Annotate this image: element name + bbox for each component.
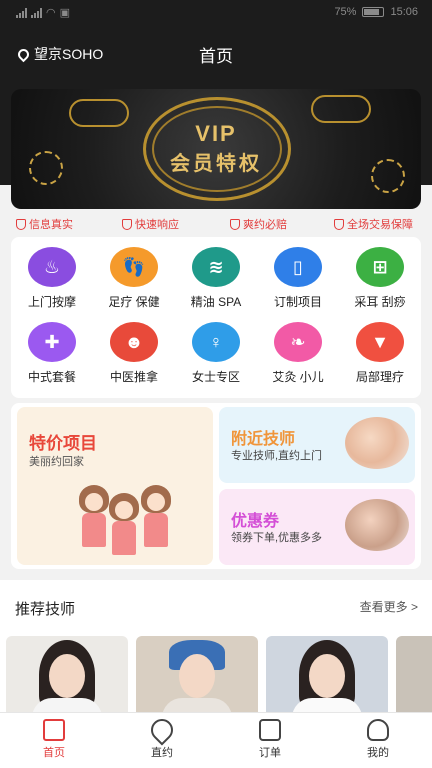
nearby-title: 附近技师 [231,431,296,448]
category-label: 订制项目 [273,295,322,309]
coupon-title: 优惠券 [231,513,280,530]
category-label: 上门按摩 [27,295,76,309]
girl-illustration [107,493,141,555]
category-label: 女士专区 [191,370,240,384]
nearby-technician-card[interactable]: 附近技师 专业技师,直约上门 [219,407,415,483]
bottom-tab-bar: 首页 直约 订单 我的 [0,712,432,768]
guarantee-label: 爽约必赔 [243,219,287,231]
category-ladies[interactable]: ♀ 女士专区 [175,322,257,385]
phone-icon: ▯ [274,247,322,287]
category-label: 局部理疗 [355,370,404,384]
guarantee-item: 爽约必赔 [230,216,287,232]
feather-icon: ❧ [274,322,322,362]
guarantee-strip: 信息真实 快速响应 爽约必赔 全场交易保障 [0,214,432,234]
app-header: 望京SOHO 首页 [0,38,432,68]
signal-icon [16,7,27,18]
signal-icon [31,7,42,18]
signal-indicators: ◠ ▣ [16,6,70,19]
page-title: 首页 [199,47,233,66]
grid-plus-icon: ⊞ [356,247,404,287]
tab-label: 首页 [43,747,65,759]
category-label: 艾灸 小儿 [272,370,324,384]
category-custom[interactable]: ▯ 订制项目 [257,247,339,310]
category-foot-care[interactable]: 👣 足疗 保健 [93,247,175,310]
banner-vip-text: VIP [195,121,237,146]
technician-list [0,634,432,714]
category-massage[interactable]: ♨ 上门按摩 [11,247,93,310]
doctor-icon: ☻ [110,322,158,362]
deal-title: 特价项目 [29,434,97,453]
status-bar: ◠ ▣ 75% 15:06 [0,0,432,26]
technician-card[interactable] [396,636,432,714]
massage-photo [345,417,409,469]
banner-title: 会员特权 [170,153,262,175]
tab-label: 直约 [151,747,173,759]
category-label: 中式套餐 [27,370,76,384]
coupon-subtitle: 领券下单,优惠多多 [231,532,323,544]
special-deal-card[interactable]: 特价项目 美丽约回家 [17,407,213,565]
category-label: 精油 SPA [190,295,242,309]
category-tcm[interactable]: ☻ 中医推拿 [93,322,175,385]
guarantee-label: 信息真实 [29,219,73,231]
guarantee-item: 快速响应 [122,216,179,232]
deal-subtitle: 美丽约回家 [29,456,84,468]
battery-icon [362,7,385,17]
shield-icon [122,218,132,230]
guarantee-item: 信息真实 [16,216,73,232]
category-label: 采耳 刮痧 [354,295,406,309]
user-icon [367,719,389,741]
girl-illustration [139,485,173,547]
tab-home[interactable]: 首页 [14,719,94,760]
shield-icon [230,218,240,230]
category-chinese-package[interactable]: ✚ 中式套餐 [11,322,93,385]
shield-icon [334,218,344,230]
guarantee-label: 快速响应 [135,219,179,231]
swimsuit-icon: ♀ [192,322,240,362]
battery-percent: 75% [334,6,357,18]
category-local-therapy[interactable]: ▼ 局部理疗 [339,322,421,385]
guarantee-label: 全场交易保障 [347,219,413,231]
tab-orders[interactable]: 订单 [230,719,310,760]
facial-photo [345,499,409,551]
category-grid: ♨ 上门按摩 👣 足疗 保健 ≋ 精油 SPA ▯ 订制项目 ⊞ 采耳 刮痧 ✚… [11,237,421,398]
gift-icon: ✚ [28,322,76,362]
coupon-card[interactable]: 优惠券 领券下单,优惠多多 [219,489,415,565]
tie-icon: ▼ [356,322,404,362]
nearby-subtitle: 专业技师,直约上门 [231,450,323,462]
order-list-icon [259,719,281,741]
tab-label: 我的 [367,747,389,759]
category-moxibustion[interactable]: ❧ 艾灸 小儿 [257,322,339,385]
vip-banner[interactable]: VIP 会员特权 [11,89,421,209]
see-more-link[interactable]: 查看更多 > [360,598,418,615]
guarantee-item: 全场交易保障 [334,216,413,232]
shield-icon [16,218,26,230]
home-icon [43,719,65,741]
girl-illustration [77,485,111,547]
cloud-ornament [311,95,371,123]
footprint-icon: 👣 [110,247,158,287]
nfc-icon: ▣ [59,7,71,19]
location-icon [146,714,178,746]
technician-card[interactable] [266,636,388,714]
tab-label: 订单 [259,747,281,759]
recommend-header: 推荐技师 查看更多 > [0,580,432,634]
category-label: 中医推拿 [109,370,158,384]
massage-icon: ♨ [28,247,76,287]
category-label: 足疗 保健 [108,295,160,309]
technician-card[interactable] [136,636,258,714]
promo-section: 特价项目 美丽约回家 附近技师 专业技师,直约上门 优惠券 领券下单,优惠多多 [11,403,421,569]
category-spa[interactable]: ≋ 精油 SPA [175,247,257,310]
technician-card[interactable] [6,636,128,714]
tab-direct[interactable]: 直约 [122,714,202,760]
section-title: 推荐技师 [15,601,76,618]
wifi-icon: ◠ [46,7,56,19]
spa-stones-icon: ≋ [192,247,240,287]
clock: 15:06 [390,6,418,18]
tab-profile[interactable]: 我的 [338,719,418,760]
category-ear-cleaning[interactable]: ⊞ 采耳 刮痧 [339,247,421,310]
